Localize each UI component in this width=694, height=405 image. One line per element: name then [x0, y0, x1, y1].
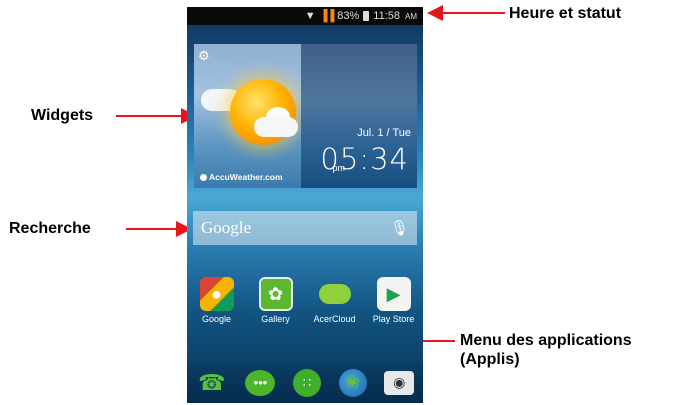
callout-apps-menu-line2: (Applis) [460, 351, 520, 368]
microphone-icon[interactable]: 🎙 [390, 219, 409, 237]
clock-date: Jul. 1 / Tue [357, 127, 411, 139]
wifi-icon: ▼ [304, 10, 316, 22]
camera-icon[interactable]: ◉ [384, 370, 415, 395]
google-icon: ● [199, 277, 234, 311]
gear-icon[interactable]: ⚙ [198, 48, 210, 64]
weather-provider-label: AccuWeather.com [209, 172, 283, 182]
status-ampm: AM [405, 11, 417, 21]
browser-globe-icon[interactable]: ❀ [338, 368, 367, 397]
cloud-base [254, 117, 298, 137]
callout-apps-menu: Menu des applications (Applis) [460, 331, 632, 369]
callout-search: Recherche [9, 220, 91, 237]
app-label: Play Store [372, 314, 415, 324]
search-label: Google [201, 218, 252, 237]
google-search-bar[interactable]: Google 🎙 [193, 211, 417, 245]
gallery-icon: ✿ [258, 277, 293, 311]
accuweather-logo-icon [200, 173, 207, 181]
app-acercloud[interactable]: AcerCloud [307, 277, 363, 324]
weather-panel[interactable]: ⚙ AccuWeather.com [194, 44, 301, 188]
play-store-icon: ▶ [376, 277, 411, 311]
battery-level: 83% [337, 10, 360, 22]
home-app-row: ● Google ✿ Gallery AcerCloud ▶ Play Stor… [187, 277, 423, 324]
app-label: Google [201, 314, 232, 324]
signal-icon: ▐▐ [319, 10, 335, 22]
app-drawer-icon[interactable]: ∷ [292, 368, 321, 397]
dock: ☎ ••• ∷ ❀ ◉ [187, 362, 423, 403]
app-gallery[interactable]: ✿ Gallery [248, 277, 304, 324]
app-label: Gallery [261, 314, 290, 324]
phone-home-screen: ▼ ▐▐ 83% 11:58 AM ⚙ AccuWeather.com Jul.… [187, 7, 423, 403]
app-label: AcerCloud [313, 314, 356, 324]
weather-clock-widget[interactable]: ⚙ AccuWeather.com Jul. 1 / Tue pm 05:34 [194, 44, 417, 188]
status-time: 11:58 [373, 10, 400, 22]
phone-icon[interactable]: ☎ [196, 367, 228, 399]
messaging-icon[interactable]: ••• [245, 369, 276, 396]
clock-panel[interactable]: Jul. 1 / Tue pm 05:34 [301, 44, 417, 188]
callout-widgets: Widgets [31, 107, 94, 124]
clock-time: 05:34 [320, 142, 409, 176]
battery-icon [363, 11, 370, 21]
callout-status: Heure et statut [509, 5, 622, 22]
app-play-store[interactable]: ▶ Play Store [366, 277, 422, 324]
acercloud-icon [318, 277, 352, 311]
app-google[interactable]: ● Google [189, 277, 245, 324]
status-bar[interactable]: ▼ ▐▐ 83% 11:58 AM [187, 7, 423, 25]
callout-apps-menu-line1: Menu des applications [460, 332, 632, 349]
weather-provider[interactable]: AccuWeather.com [200, 172, 283, 182]
